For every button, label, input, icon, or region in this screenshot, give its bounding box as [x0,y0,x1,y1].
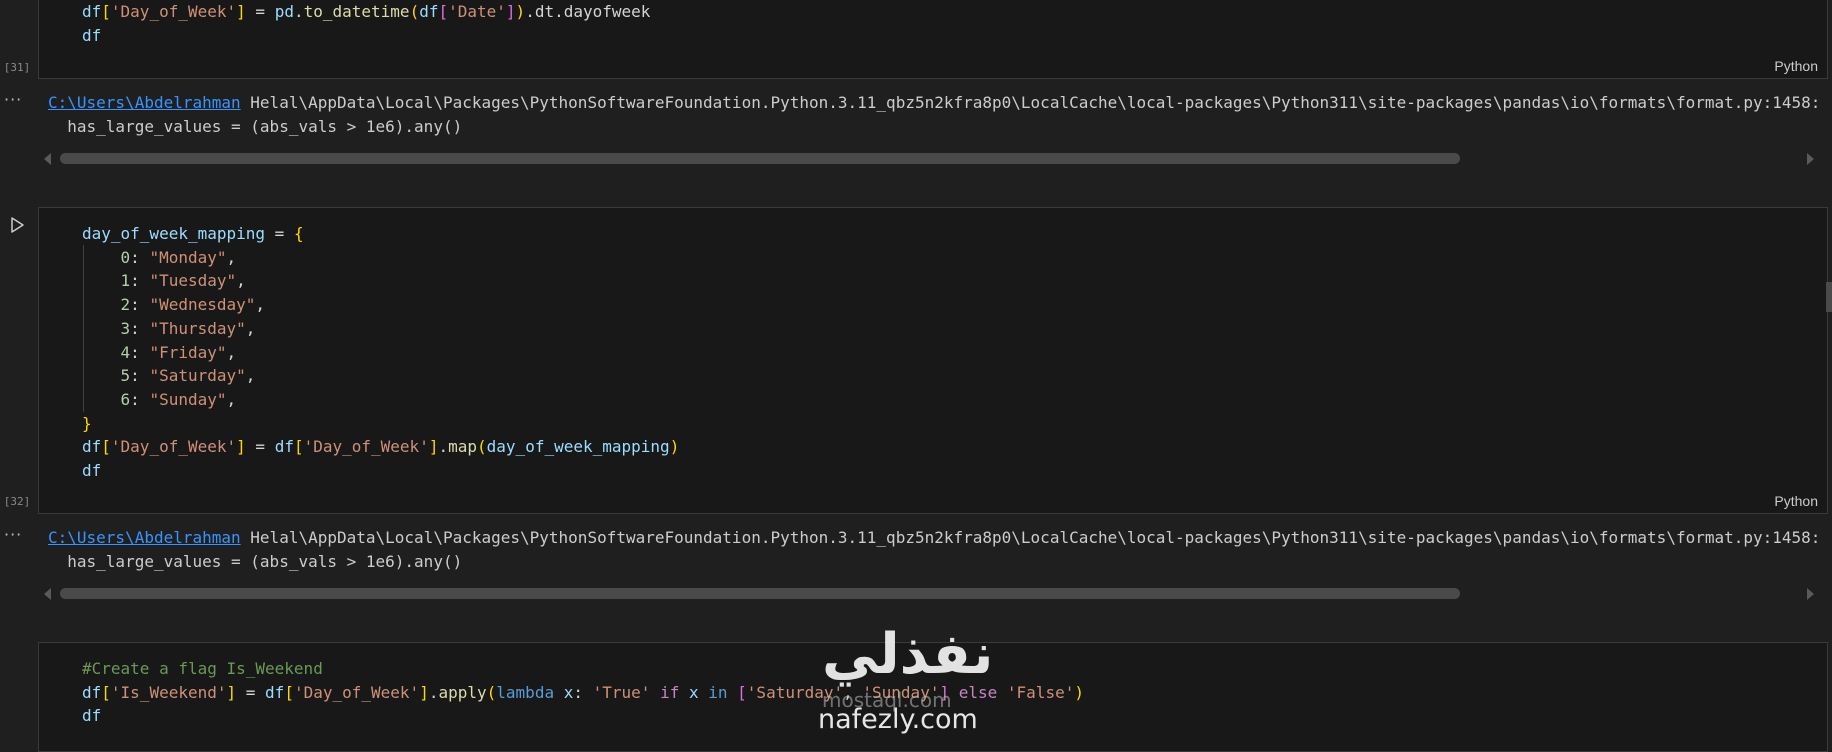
execution-count-31: [31] [3,61,31,74]
ellipsis-icon[interactable]: ··· [4,525,22,544]
output-31: C:\Users\Abdelrahman Helal\AppData\Local… [48,91,1820,139]
output-32: C:\Users\Abdelrahman Helal\AppData\Local… [48,526,1820,574]
output-warning-line: has_large_values = (abs_vals > 1e6).any(… [48,117,463,136]
scroll-left-icon[interactable] [44,588,51,600]
watermark-arabic: نفذلي [822,622,994,687]
play-icon[interactable] [8,216,26,234]
code-cell-31-source[interactable]: df['Day_of_Week'] = pd.to_datetime(df['D… [82,0,650,47]
scroll-right-icon[interactable] [1807,153,1814,165]
horizontal-scrollbar[interactable] [60,153,1460,164]
horizontal-scrollbar[interactable] [60,588,1460,599]
ellipsis-icon[interactable]: ··· [4,90,22,109]
execution-count-32: [32] [3,495,31,508]
cell-language-32[interactable]: Python [1774,493,1818,509]
output-path-link[interactable]: C:\Users\Abdelrahman [48,93,241,112]
code-cell-32-source[interactable]: day_of_week_mapping = { 0: "Monday", 1: … [82,222,679,483]
watermark-logo: نفذلي mostaql.com nafezly.com [800,622,1030,740]
vertical-scrollbar-thumb[interactable] [1826,282,1832,312]
output-path-rest: Helal\AppData\Local\Packages\PythonSoftw… [240,93,1821,112]
scroll-right-icon[interactable] [1807,588,1814,600]
output-path-rest: Helal\AppData\Local\Packages\PythonSoftw… [240,528,1821,547]
watermark-latin: nafezly.com [818,704,978,735]
scroll-left-icon[interactable] [44,153,51,165]
cell-language-31[interactable]: Python [1774,58,1818,74]
output-warning-line: has_large_values = (abs_vals > 1e6).any(… [48,552,463,571]
output-path-link[interactable]: C:\Users\Abdelrahman [48,528,241,547]
